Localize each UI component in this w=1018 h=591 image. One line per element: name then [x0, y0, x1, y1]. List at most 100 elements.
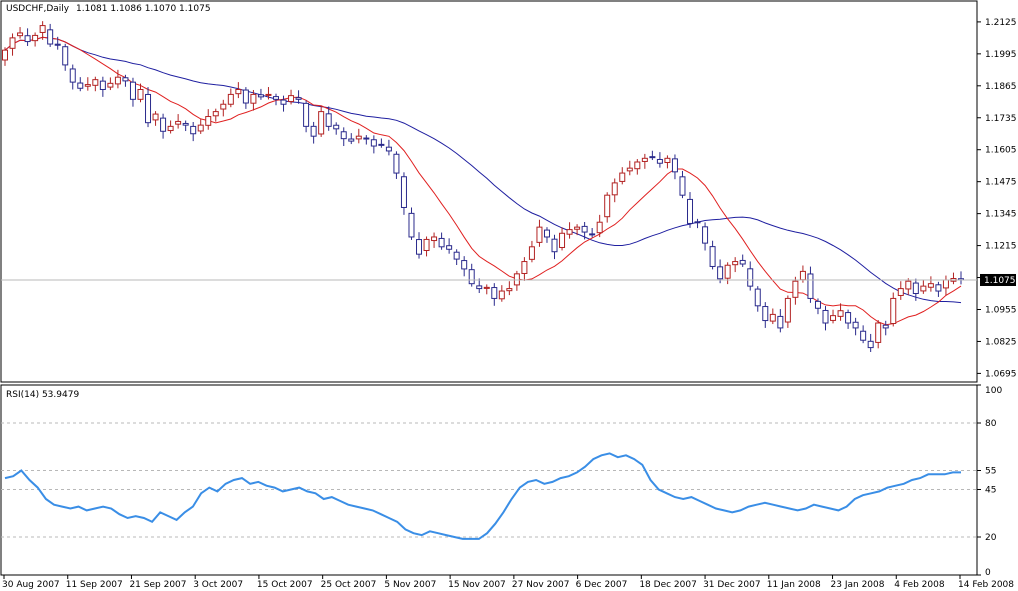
candle-body [483, 286, 490, 289]
candle-body [431, 236, 438, 242]
candle-body [491, 287, 498, 299]
rsi-tick-label: 45 [985, 486, 996, 496]
candle-body [867, 340, 874, 349]
candle-body [920, 285, 927, 292]
candle-body [461, 260, 468, 270]
candle-body [272, 96, 279, 100]
candle-body [235, 88, 242, 95]
candle-body [611, 182, 618, 196]
candle-body [724, 264, 731, 279]
candle-body [732, 261, 739, 266]
candle-body [739, 259, 746, 265]
candle-body [687, 198, 694, 224]
candle-body [845, 312, 852, 324]
price-tick-label: 1.1735 [985, 114, 1017, 124]
candle-body [536, 226, 543, 243]
price-tick-label: 1.1995 [985, 50, 1017, 60]
candle-body [220, 103, 227, 110]
date-tick-label: 23 Jan 2008 [831, 580, 885, 590]
candle-body [129, 81, 136, 100]
date-tick-label: 4 Feb 2008 [894, 580, 945, 590]
candle-body [62, 46, 69, 66]
current-price-badge: 1.1075 [980, 273, 1016, 286]
candle-body [39, 25, 46, 33]
candle-body [634, 161, 641, 170]
candle-body [363, 137, 370, 140]
candle-body [167, 125, 174, 132]
candle-body [137, 88, 144, 100]
date-tick-label: 11 Sep 2007 [66, 580, 123, 590]
candle-body [310, 125, 317, 137]
candle-body [370, 139, 377, 147]
current-price-label: 1.1075 [984, 276, 1016, 286]
candle-body [152, 113, 159, 121]
date-tick-label: 14 Feb 2008 [958, 580, 1014, 590]
candle-body [912, 282, 919, 295]
date-tick-label: 11 Jan 2008 [767, 580, 821, 590]
candle-body [400, 176, 407, 208]
candle-body [24, 35, 31, 43]
candle-body [212, 111, 219, 117]
candle-body [378, 143, 385, 146]
candle-body [679, 176, 686, 196]
price-tick-label: 1.1865 [985, 82, 1017, 92]
candle-body [709, 246, 716, 267]
candle-body [408, 212, 415, 238]
candle-body [182, 122, 189, 126]
candle-body [566, 229, 573, 235]
candle-body [777, 315, 784, 329]
candle-body [257, 94, 264, 98]
candle-body [927, 283, 934, 288]
candle-body [340, 131, 347, 140]
candle-body [528, 246, 535, 260]
candle-body [619, 172, 626, 182]
date-tick-label: 18 Dec 2007 [639, 580, 697, 590]
candle-body [649, 156, 656, 159]
date-tick-label: 15 Nov 2007 [448, 580, 506, 590]
candle-body [671, 158, 678, 173]
candle-body [905, 280, 912, 290]
candle-body [9, 37, 16, 49]
candle-body [890, 297, 897, 324]
price-tick-label: 1.2125 [985, 18, 1017, 28]
candle-body [107, 82, 114, 88]
candle-body [393, 153, 400, 174]
candle-body [769, 313, 776, 322]
rsi-tick-label: 20 [985, 533, 997, 543]
candle-body [543, 229, 550, 238]
candle-body [807, 273, 814, 299]
candle-body [32, 34, 39, 42]
candle-body [122, 77, 129, 82]
candle-body [747, 268, 754, 287]
candle-body [641, 157, 648, 162]
candle-body [325, 113, 332, 127]
rsi-label: RSI(14) 53.9479 [6, 390, 79, 400]
price-tick-label: 1.1605 [985, 146, 1017, 156]
candle-body [242, 89, 249, 104]
candle-body [385, 146, 392, 152]
candle-body [664, 157, 671, 163]
candle-body [506, 288, 513, 292]
candle-body [333, 124, 340, 130]
date-tick-label: 21 Sep 2007 [129, 580, 186, 590]
candle-body [822, 309, 829, 324]
candle-body [476, 285, 483, 290]
candle-body [227, 93, 234, 105]
date-tick-label: 27 Nov 2007 [512, 580, 570, 590]
rsi-tick-label: 0 [985, 568, 991, 578]
candle-body [416, 239, 423, 255]
candle-body [581, 225, 588, 233]
candle-body [92, 79, 99, 86]
rsi-tick-label: 80 [985, 419, 997, 429]
candle-body [694, 221, 701, 224]
candle-body [521, 261, 528, 274]
date-tick-label: 3 Oct 2007 [193, 580, 243, 590]
candle-body [197, 124, 204, 132]
candle-body [145, 93, 152, 124]
candle-body [423, 238, 430, 251]
candle-body [702, 226, 709, 244]
candle-body [498, 290, 505, 300]
chart-window: 1.2125 1.1995 1.1865 1.1735 1.1605 1.1475 1.13… [0, 0, 1018, 591]
price-tick-label: 1.1345 [985, 210, 1017, 220]
candle-body [69, 68, 76, 83]
